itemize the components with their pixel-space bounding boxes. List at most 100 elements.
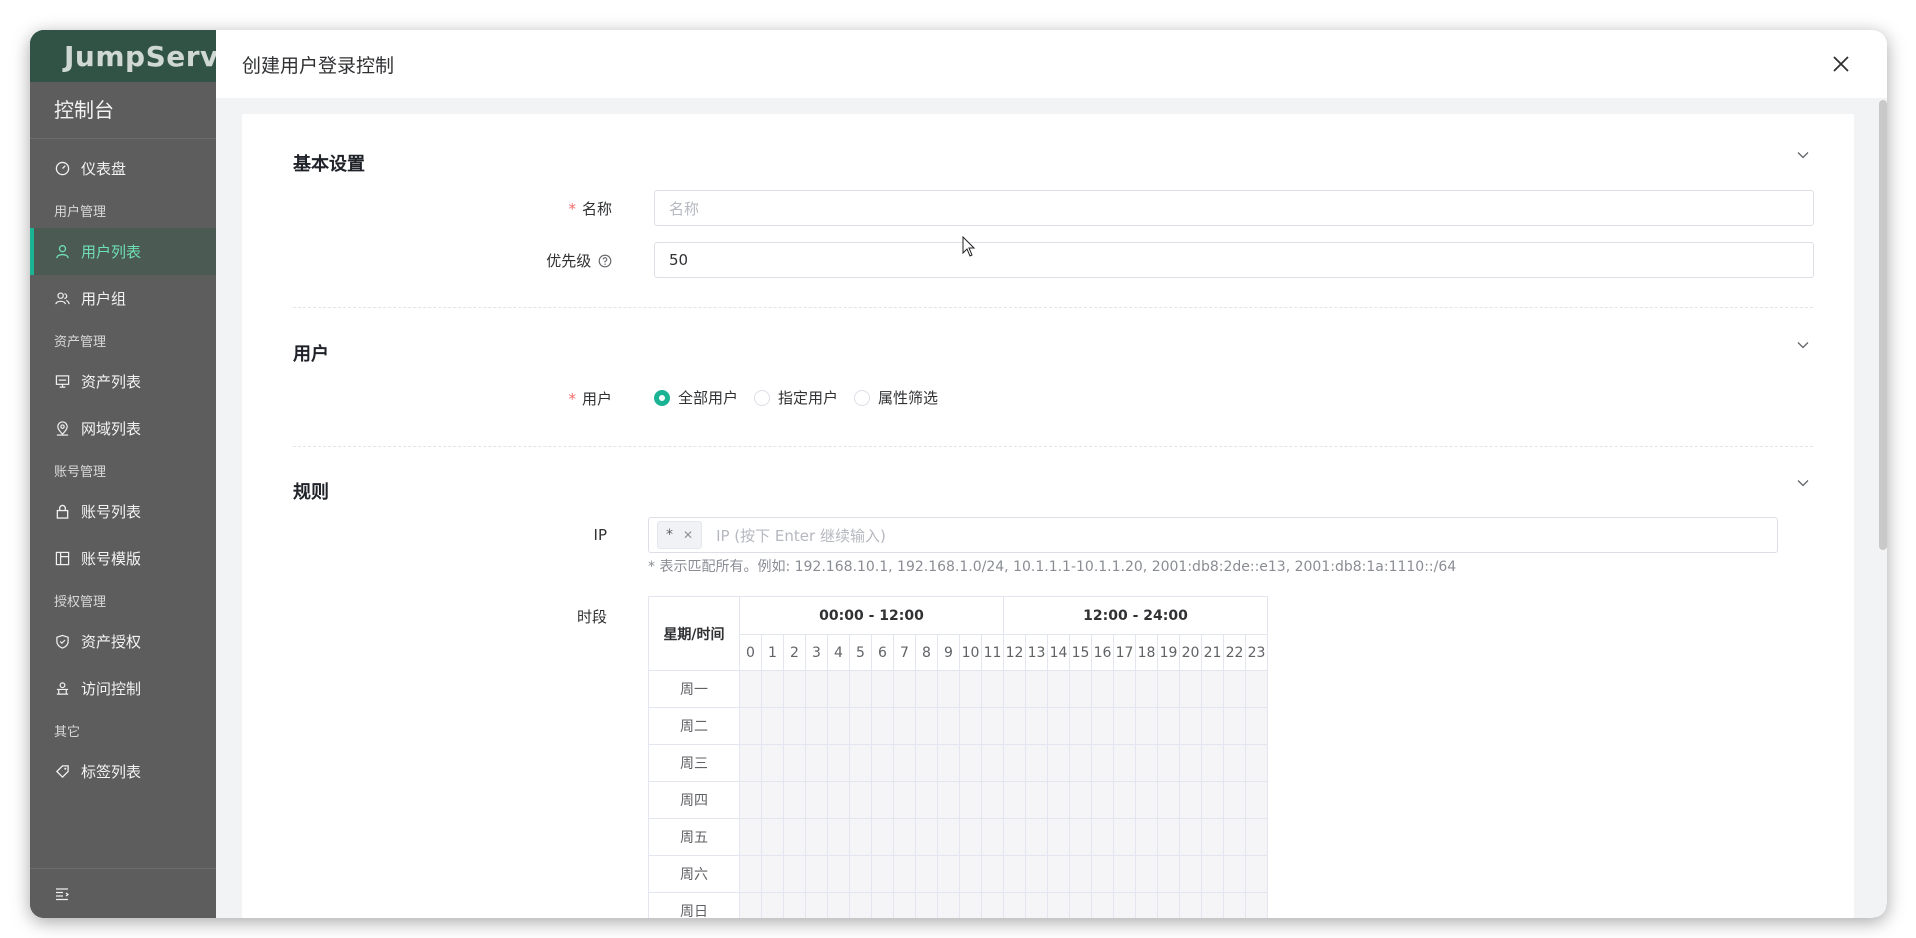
help-circle-icon[interactable] (598, 254, 612, 268)
time-slot-cell[interactable] (827, 855, 850, 893)
time-slot-cell[interactable] (981, 670, 1004, 708)
time-slot-cell[interactable] (1069, 892, 1092, 918)
time-slot-cell[interactable] (1157, 744, 1180, 782)
time-slot-cell[interactable] (761, 892, 784, 918)
time-slot-cell[interactable] (1025, 818, 1048, 856)
time-slot-cell[interactable] (1047, 670, 1070, 708)
time-slot-cell[interactable] (1135, 744, 1158, 782)
time-slot-cell[interactable] (1245, 781, 1268, 819)
time-slot-cell[interactable] (893, 670, 916, 708)
time-slot-cell[interactable] (1091, 818, 1114, 856)
time-slot-cell[interactable] (1201, 892, 1224, 918)
time-slot-cell[interactable] (739, 744, 762, 782)
time-slot-cell[interactable] (915, 855, 938, 893)
time-slot-cell[interactable] (937, 707, 960, 745)
time-slot-cell[interactable] (761, 855, 784, 893)
time-slot-cell[interactable] (1135, 892, 1158, 918)
priority-input[interactable]: 50 (654, 242, 1814, 278)
time-slot-cell[interactable] (739, 855, 762, 893)
time-slot-cell[interactable] (1201, 744, 1224, 782)
chevron-down-icon[interactable] (1796, 476, 1810, 490)
time-slot-cell[interactable] (1201, 855, 1224, 893)
time-slot-cell[interactable] (915, 744, 938, 782)
time-slot-cell[interactable] (1157, 818, 1180, 856)
time-slot-cell[interactable] (1245, 744, 1268, 782)
time-slot-cell[interactable] (1025, 855, 1048, 893)
time-slot-cell[interactable] (915, 670, 938, 708)
time-slot-cell[interactable] (1003, 781, 1026, 819)
sidebar-item-account-template[interactable]: 账号模版 (30, 535, 216, 582)
time-slot-cell[interactable] (959, 670, 982, 708)
time-slot-cell[interactable] (1245, 818, 1268, 856)
time-slot-cell[interactable] (1179, 855, 1202, 893)
time-slot-cell[interactable] (1069, 744, 1092, 782)
time-slot-cell[interactable] (739, 818, 762, 856)
time-slot-cell[interactable] (1003, 670, 1026, 708)
time-slot-cell[interactable] (805, 670, 828, 708)
time-slot-cell[interactable] (783, 781, 806, 819)
time-slot-cell[interactable] (1091, 892, 1114, 918)
time-slot-cell[interactable] (871, 818, 894, 856)
time-slot-cell[interactable] (937, 781, 960, 819)
time-slot-cell[interactable] (1157, 855, 1180, 893)
sidebar-item-account-list[interactable]: 账号列表 (30, 488, 216, 535)
time-slot-cell[interactable] (959, 707, 982, 745)
time-slot-cell[interactable] (761, 744, 784, 782)
time-slot-cell[interactable] (849, 855, 872, 893)
time-slot-cell[interactable] (761, 781, 784, 819)
time-slot-cell[interactable] (981, 781, 1004, 819)
time-slot-cell[interactable] (1245, 707, 1268, 745)
time-slot-cell[interactable] (1069, 855, 1092, 893)
time-slot-cell[interactable] (1025, 707, 1048, 745)
time-slot-cell[interactable] (1047, 707, 1070, 745)
sidebar-item-user-list[interactable]: 用户列表 (30, 228, 216, 275)
sidebar-item-asset-permission[interactable]: 资产授权 (30, 618, 216, 665)
time-slot-cell[interactable] (1047, 744, 1070, 782)
time-slot-cell[interactable] (1135, 818, 1158, 856)
time-slot-cell[interactable] (981, 744, 1004, 782)
time-slot-cell[interactable] (981, 892, 1004, 918)
sidebar-collapse-button[interactable] (30, 868, 216, 918)
time-slot-cell[interactable] (1223, 744, 1246, 782)
time-slot-cell[interactable] (849, 744, 872, 782)
time-slot-cell[interactable] (1047, 781, 1070, 819)
time-slot-cell[interactable] (959, 855, 982, 893)
time-slot-cell[interactable] (1025, 781, 1048, 819)
time-slot-cell[interactable] (827, 707, 850, 745)
time-slot-cell[interactable] (827, 781, 850, 819)
time-slot-cell[interactable] (981, 855, 1004, 893)
time-slot-cell[interactable] (959, 781, 982, 819)
time-slot-cell[interactable] (1245, 855, 1268, 893)
time-slot-cell[interactable] (1179, 744, 1202, 782)
time-slot-cell[interactable] (893, 818, 916, 856)
time-slot-cell[interactable] (805, 855, 828, 893)
time-slot-cell[interactable] (783, 892, 806, 918)
time-slot-cell[interactable] (915, 781, 938, 819)
time-slot-cell[interactable] (1069, 670, 1092, 708)
time-slot-cell[interactable] (1003, 855, 1026, 893)
time-slot-cell[interactable] (937, 818, 960, 856)
time-slot-cell[interactable] (739, 892, 762, 918)
time-slot-cell[interactable] (1223, 670, 1246, 708)
time-slot-cell[interactable] (981, 818, 1004, 856)
time-slot-cell[interactable] (915, 707, 938, 745)
time-slot-cell[interactable] (1025, 892, 1048, 918)
time-slot-cell[interactable] (1069, 818, 1092, 856)
time-slot-cell[interactable] (849, 670, 872, 708)
time-slot-cell[interactable] (893, 855, 916, 893)
time-slot-cell[interactable] (1135, 781, 1158, 819)
time-slot-cell[interactable] (1223, 781, 1246, 819)
time-slot-cell[interactable] (783, 670, 806, 708)
time-slot-cell[interactable] (893, 744, 916, 782)
time-slot-cell[interactable] (1179, 781, 1202, 819)
sidebar-item-domain-list[interactable]: 网域列表 (30, 405, 216, 452)
time-slot-cell[interactable] (1179, 892, 1202, 918)
time-slot-cell[interactable] (1091, 781, 1114, 819)
time-slot-cell[interactable] (1201, 707, 1224, 745)
time-slot-cell[interactable] (739, 707, 762, 745)
time-slot-cell[interactable] (1091, 707, 1114, 745)
time-slot-cell[interactable] (1047, 818, 1070, 856)
radio-specified-users[interactable]: 指定用户 (754, 387, 838, 408)
time-slot-cell[interactable] (1157, 892, 1180, 918)
time-slot-cell[interactable] (893, 892, 916, 918)
